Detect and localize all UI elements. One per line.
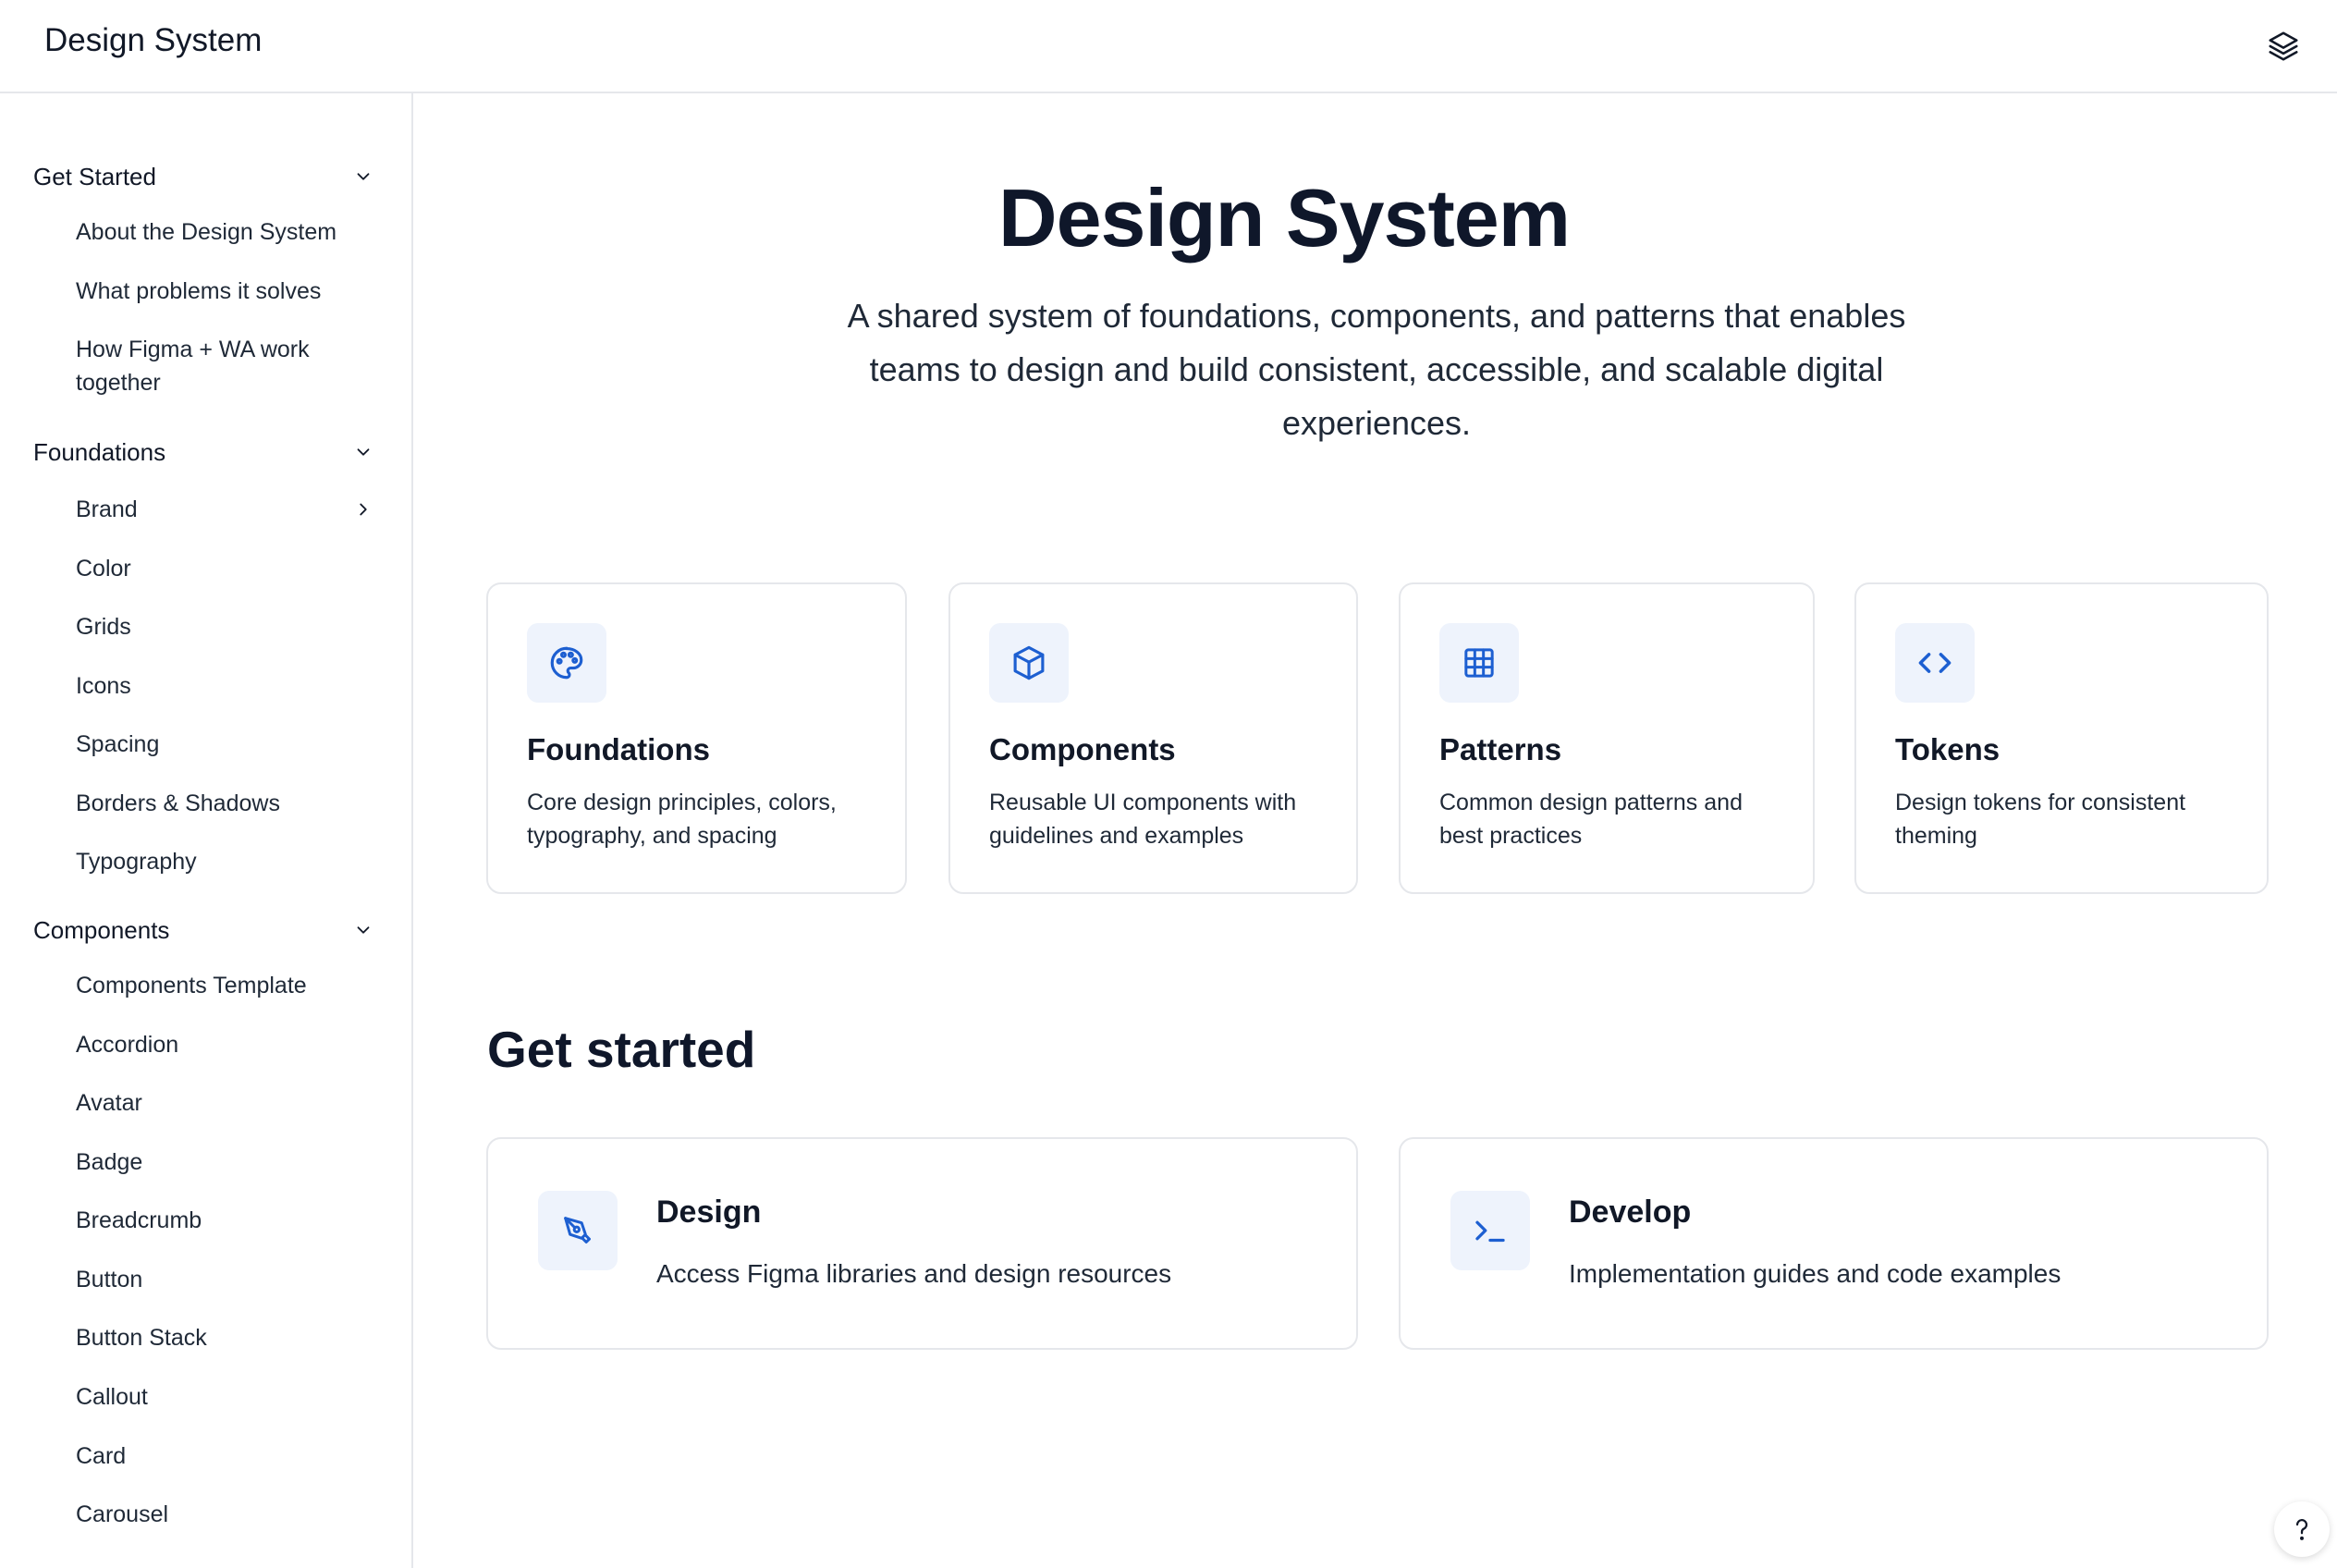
sidebar-item-label: Brand — [76, 496, 138, 522]
card-description: Core design principles, colors, typograp… — [527, 790, 837, 849]
sidebar-item-label: Button — [76, 1267, 143, 1292]
sidebar-item-label: Typography — [76, 849, 197, 875]
card-description: Implementation guides and code examples — [1569, 1259, 2062, 1288]
sidebar-item-label: Breadcrumb — [76, 1207, 202, 1233]
terminal-icon — [1450, 1191, 1530, 1270]
app-title[interactable]: Design System — [44, 22, 262, 59]
sidebar-item-label: Color — [76, 556, 131, 582]
card-description: Common design patterns and best practice… — [1439, 790, 1743, 849]
sidebar-item-accordion[interactable]: Accordion — [76, 1028, 375, 1061]
sidebar-item-badge[interactable]: Badge — [76, 1145, 375, 1179]
sidebar-item-components-template[interactable]: Components Template — [76, 969, 375, 1002]
sidebar-item-label: About the Design System — [76, 219, 337, 245]
sidebar-item-label: Spacing — [76, 731, 160, 757]
pen-tool-icon — [538, 1191, 618, 1270]
card-develop[interactable]: Develop Implementation guides and code e… — [1399, 1137, 2269, 1350]
sidebar-item-label: Callout — [76, 1384, 148, 1410]
card-description: Access Figma libraries and design resour… — [656, 1259, 1172, 1288]
sidebar-item-callout[interactable]: Callout — [76, 1380, 375, 1414]
help-button[interactable] — [2274, 1501, 2330, 1557]
sidebar-item-color[interactable]: Color — [76, 552, 375, 585]
sidebar-item-label: Carousel — [76, 1501, 169, 1527]
sidebar-item-borders-shadows[interactable]: Borders & Shadows — [76, 787, 375, 820]
sidebar-item-button[interactable]: Button — [76, 1263, 375, 1296]
card-title: Components — [989, 732, 1176, 766]
layers-button[interactable] — [2257, 20, 2309, 72]
sidebar-item-label: Badge — [76, 1149, 143, 1175]
sidebar-nav: Get Started About the Design System What… — [0, 93, 413, 1568]
sidebar-item-label: Icons — [76, 673, 131, 699]
page-title: Design System — [998, 172, 1571, 263]
sidebar-item-label: Borders & Shadows — [76, 790, 280, 816]
sidebar-item-button-stack[interactable]: Button Stack — [76, 1321, 375, 1354]
sidebar-item-card[interactable]: Card — [76, 1439, 375, 1473]
card-foundations[interactable]: Foundations Core design principles, colo… — [486, 582, 907, 894]
chevron-down-icon — [351, 165, 375, 189]
sidebar-item-brand[interactable]: Brand — [76, 493, 375, 526]
card-tokens[interactable]: Tokens Design tokens for consistent them… — [1854, 582, 2269, 894]
sidebar-item-spacing[interactable]: Spacing — [76, 728, 375, 761]
sidebar-item-breadcrumb[interactable]: Breadcrumb — [76, 1204, 375, 1237]
main-content: Design System A shared system of foundat… — [415, 93, 2337, 1568]
card-title: Patterns — [1439, 732, 1562, 766]
code-icon — [1895, 623, 1975, 703]
sidebar-section-components[interactable]: Components — [33, 908, 375, 952]
sidebar-item-icons[interactable]: Icons — [76, 669, 375, 703]
card-description: Design tokens for consistent theming — [1895, 790, 2186, 849]
sidebar-item-label: Grids — [76, 614, 131, 640]
sidebar-item-label: Card — [76, 1443, 127, 1469]
help-icon — [2295, 1519, 2308, 1540]
sidebar-item-label: Components Template — [76, 973, 307, 998]
sidebar-item-label: Button Stack — [76, 1325, 207, 1351]
top-header: Design System — [0, 0, 2337, 93]
sidebar-item-avatar[interactable]: Avatar — [76, 1086, 375, 1120]
card-title: Develop — [1569, 1194, 1692, 1230]
sidebar-item-carousel[interactable]: Carousel — [76, 1498, 375, 1531]
grid-icon — [1439, 623, 1519, 703]
sidebar-item-label: How Figma + WA work together — [76, 337, 310, 396]
card-components[interactable]: Components Reusable UI components with g… — [948, 582, 1358, 894]
sidebar-section-label: Foundations — [33, 437, 166, 466]
palette-icon — [527, 623, 606, 703]
sidebar-item-problems[interactable]: What problems it solves — [76, 275, 375, 308]
card-description: Reusable UI components with guidelines a… — [989, 790, 1297, 849]
card-title: Foundations — [527, 732, 710, 766]
sidebar-item-grids[interactable]: Grids — [76, 610, 375, 643]
sidebar-item-about[interactable]: About the Design System — [76, 215, 375, 249]
layers-icon — [2269, 31, 2298, 61]
card-patterns[interactable]: Patterns Common design patterns and best… — [1399, 582, 1815, 894]
card-title: Tokens — [1895, 732, 2001, 766]
sidebar-section-get-started[interactable]: Get Started — [33, 154, 375, 199]
sidebar-item-typography[interactable]: Typography — [76, 845, 375, 878]
chevron-down-icon — [351, 918, 375, 942]
card-design[interactable]: Design Access Figma libraries and design… — [486, 1137, 1358, 1350]
card-title: Design — [656, 1194, 762, 1230]
sidebar-item-label: What problems it solves — [76, 278, 322, 304]
get-started-heading: Get started — [487, 1021, 756, 1078]
sidebar-item-label: Accordion — [76, 1032, 179, 1058]
chevron-down-icon — [351, 440, 375, 464]
cube-icon — [989, 623, 1069, 703]
page-description: A shared system of foundations, componen… — [847, 297, 1906, 442]
sidebar-section-foundations[interactable]: Foundations — [33, 430, 375, 474]
sidebar-section-label: Components — [33, 915, 170, 944]
chevron-right-icon[interactable] — [351, 497, 375, 521]
sidebar-item-figma-wa[interactable]: How Figma + WA work together — [76, 333, 353, 399]
sidebar-section-label: Get Started — [33, 162, 156, 190]
sidebar-item-label: Avatar — [76, 1090, 142, 1116]
